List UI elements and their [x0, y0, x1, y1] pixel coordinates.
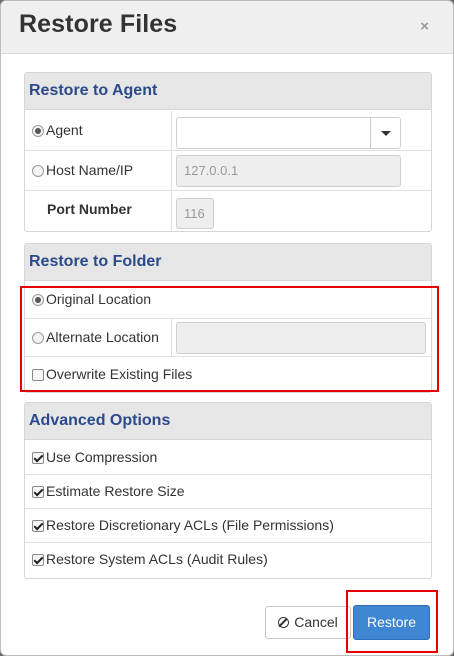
- advanced-options-panel: Advanced Options Use Compression Estimat…: [24, 402, 432, 579]
- restore-to-agent-panel: Restore to Agent Agent Host Name/IP 127.…: [24, 72, 432, 232]
- use-compression-label: Use Compression: [46, 449, 158, 465]
- restore-to-folder-title: Restore to Folder: [29, 253, 162, 270]
- close-icon[interactable]: ×: [420, 19, 429, 34]
- restore-to-folder-heading: Restore to Folder: [25, 244, 431, 281]
- estimate-size-label: Estimate Restore Size: [46, 483, 185, 499]
- host-radio[interactable]: [32, 165, 44, 177]
- dialog-header: Restore Files ×: [1, 1, 453, 54]
- agent-label: Agent: [46, 122, 83, 138]
- port-input[interactable]: 116: [176, 198, 214, 229]
- column-divider: [171, 151, 172, 190]
- alternate-location-input[interactable]: [176, 322, 426, 354]
- agent-radio[interactable]: [32, 125, 44, 137]
- port-label: Port Number: [47, 201, 132, 217]
- overwrite-row: Overwrite Existing Files: [25, 357, 431, 393]
- chevron-down-icon[interactable]: [370, 118, 400, 148]
- column-divider: [171, 111, 172, 150]
- agent-row: Agent: [25, 111, 431, 151]
- restore-files-dialog: Restore Files × Restore to Agent Agent H…: [0, 0, 454, 656]
- restore-to-agent-title: Restore to Agent: [29, 82, 158, 99]
- alternate-location-label: Alternate Location: [46, 329, 159, 345]
- host-row: Host Name/IP 127.0.0.1: [25, 151, 431, 191]
- option-row: Use Compression: [25, 441, 431, 475]
- discretionary-acls-label: Restore Discretionary ACLs (File Permiss…: [46, 517, 334, 533]
- advanced-options-heading: Advanced Options: [25, 403, 431, 440]
- option-row: Restore Discretionary ACLs (File Permiss…: [25, 509, 431, 543]
- column-divider: [171, 191, 172, 231]
- system-acls-label: Restore System ACLs (Audit Rules): [46, 551, 268, 567]
- host-label: Host Name/IP: [46, 162, 134, 178]
- overwrite-label: Overwrite Existing Files: [46, 366, 193, 382]
- port-row: Port Number 116: [25, 191, 431, 231]
- original-location-radio[interactable]: [32, 294, 44, 306]
- ban-icon: [278, 617, 290, 628]
- advanced-options-title: Advanced Options: [29, 412, 171, 429]
- restore-button[interactable]: Restore: [353, 605, 430, 640]
- original-location-label: Original Location: [46, 291, 152, 307]
- discretionary-acls-checkbox[interactable]: [32, 520, 44, 532]
- restore-to-agent-heading: Restore to Agent: [25, 73, 431, 110]
- dialog-title: Restore Files: [19, 10, 178, 38]
- alternate-location-row: Alternate Location: [25, 319, 431, 357]
- use-compression-checkbox[interactable]: [32, 452, 44, 464]
- column-divider: [171, 319, 172, 356]
- option-row: Estimate Restore Size: [25, 475, 431, 509]
- system-acls-checkbox[interactable]: [32, 554, 44, 566]
- original-location-row: Original Location: [25, 282, 431, 319]
- cancel-label: Cancel: [294, 614, 338, 630]
- estimate-size-checkbox[interactable]: [32, 486, 44, 498]
- host-input[interactable]: 127.0.0.1: [176, 155, 401, 187]
- agent-select[interactable]: [176, 117, 401, 149]
- alternate-location-radio[interactable]: [32, 332, 44, 344]
- option-row: Restore System ACLs (Audit Rules): [25, 543, 431, 577]
- cancel-button[interactable]: Cancel: [265, 606, 351, 639]
- overwrite-checkbox[interactable]: [32, 369, 44, 381]
- restore-to-folder-panel: Restore to Folder Original Location Alte…: [24, 243, 432, 393]
